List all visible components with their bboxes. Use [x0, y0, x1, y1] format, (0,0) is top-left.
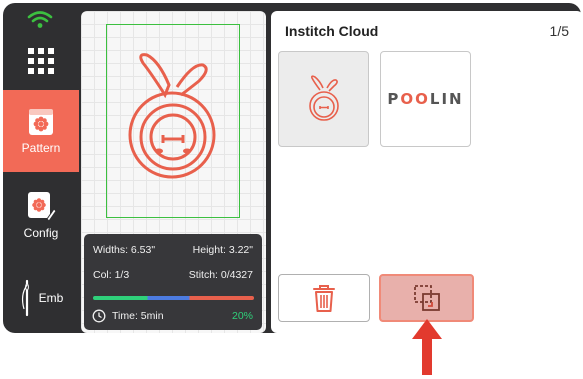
design-thumbnail-bunny[interactable] — [278, 51, 369, 147]
sidebar-item-label: Config — [23, 225, 59, 240]
color-progress-bar — [93, 296, 254, 300]
grid-icon — [28, 48, 54, 74]
time-value: Time: 5min — [112, 310, 164, 322]
stitch-info-panel: Widths: 6.53" Height: 3.22" Col: 1/3 Sti… — [84, 234, 262, 330]
pointer-arrow-icon — [412, 319, 442, 375]
config-icon — [28, 191, 57, 221]
sidebar-item-grid[interactable] — [3, 47, 79, 83]
sidebar-item-config[interactable]: Config — [3, 185, 79, 245]
copy-icon — [413, 285, 440, 311]
poolin-logo: POOLIN — [387, 90, 464, 108]
wifi-icon — [27, 11, 53, 28]
cloud-panel: Institch Cloud 1/5 POOLIN — [271, 11, 583, 333]
bunny-design-preview — [128, 53, 216, 179]
sidebar-item-label: Emb — [38, 291, 64, 305]
stitch-value: Stitch: 0/4327 — [188, 269, 253, 281]
height-value: Height: 3.22" — [192, 244, 253, 256]
preview-panel: Widths: 6.53" Height: 3.22" Col: 1/3 Sti… — [81, 11, 266, 333]
device-frame: Pattern Config Emb Widths: 6.53" Height:… — [3, 3, 583, 333]
clock-icon — [92, 309, 106, 323]
col-value: Col: 1/3 — [93, 269, 130, 281]
design-thumbnail-poolin[interactable]: POOLIN — [380, 51, 471, 147]
sidebar-item-pattern[interactable]: Pattern — [3, 90, 79, 172]
trash-icon — [313, 285, 335, 312]
page-counter: 1/5 — [549, 23, 569, 39]
percent-value: 20% — [231, 310, 253, 322]
sidebar: Pattern Config Emb — [3, 3, 79, 333]
sidebar-item-label: Pattern — [21, 140, 61, 155]
cloud-title: Institch Cloud — [285, 23, 379, 39]
bunny-thumbnail-icon — [308, 75, 339, 121]
pattern-icon — [29, 108, 53, 135]
needle-icon — [21, 279, 29, 317]
embroidery-hoop — [106, 24, 240, 218]
width-value: Widths: 6.53" — [93, 244, 156, 256]
sidebar-item-emb[interactable]: Emb — [3, 273, 79, 323]
delete-button[interactable] — [278, 274, 370, 322]
copy-button[interactable] — [379, 274, 474, 322]
